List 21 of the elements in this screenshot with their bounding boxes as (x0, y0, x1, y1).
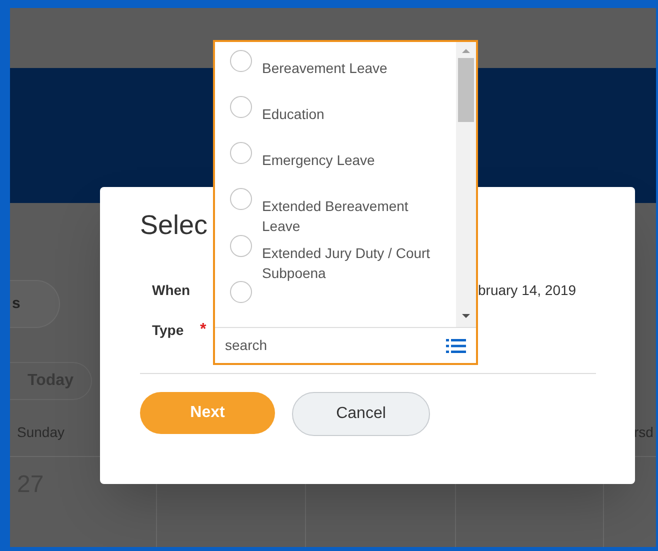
option-label[interactable]: Education (262, 96, 324, 130)
radio-button[interactable] (230, 50, 252, 72)
search-field[interactable]: search (225, 335, 446, 356)
cancel-button[interactable]: Cancel (292, 392, 430, 436)
dialog-title: Selec (140, 209, 208, 242)
required-marker: * (200, 320, 206, 340)
radio-button[interactable] (230, 281, 252, 303)
list-icon[interactable] (446, 338, 466, 354)
scroll-down-icon[interactable] (461, 313, 471, 319)
radio-button[interactable] (230, 234, 252, 256)
radio-button[interactable] (230, 142, 252, 164)
field-value: bruary 14, 2019 (478, 280, 576, 300)
scroll-thumb[interactable] (458, 58, 474, 122)
radio-button[interactable] (230, 188, 252, 210)
field-label: When (152, 280, 192, 300)
scrollbar[interactable] (456, 42, 476, 327)
option-label[interactable]: Bereavement Leave (262, 50, 388, 84)
scroll-up-icon[interactable] (461, 48, 471, 54)
radio-button[interactable] (230, 96, 252, 118)
option-label[interactable]: Emergency Leave (262, 142, 375, 176)
field-label: Type (152, 320, 185, 340)
